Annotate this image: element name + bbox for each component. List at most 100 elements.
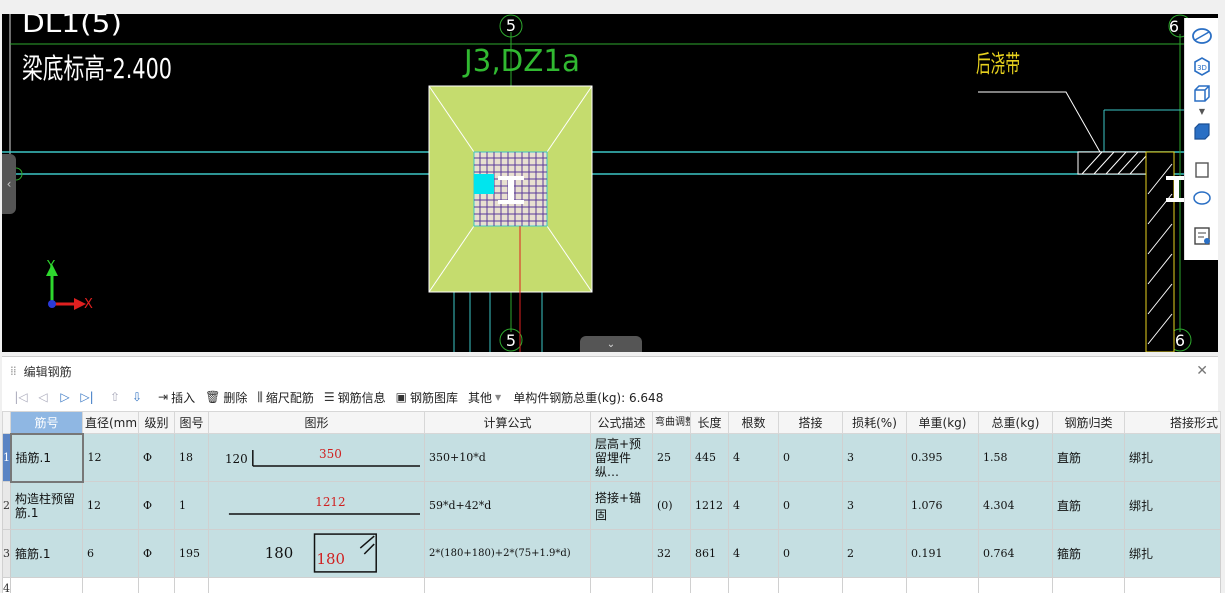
empty-cell[interactable]	[208, 577, 425, 593]
figure-number-cell[interactable]: 18	[174, 433, 209, 482]
table-row-empty[interactable]: 4	[2, 577, 1221, 593]
box-view-icon[interactable]	[1189, 82, 1215, 106]
report-icon[interactable]	[1189, 224, 1215, 248]
3d-view-icon[interactable]: 3D	[1189, 54, 1215, 78]
empty-cell[interactable]	[652, 577, 691, 593]
other-dropdown[interactable]: 其他 ▼	[468, 387, 501, 407]
column-header[interactable]: 公式描述	[590, 411, 653, 434]
empty-cell[interactable]	[1124, 577, 1221, 593]
unit-weight-cell[interactable]: 0.395	[906, 433, 979, 482]
empty-cell[interactable]	[424, 577, 591, 593]
total-weight-cell[interactable]: 0.764	[978, 529, 1053, 578]
lap-cell[interactable]: 0	[778, 433, 843, 482]
grade-cell[interactable]: Φ	[138, 433, 175, 482]
loss-cell[interactable]: 3	[842, 433, 907, 482]
table-row[interactable]: 2 构造柱预留筋.1 12 Φ 1 1212 59*d+42*d 搭接+锚固 (…	[2, 481, 1221, 530]
row-number[interactable]: 4	[2, 577, 11, 593]
empty-cell[interactable]	[138, 577, 175, 593]
shape-cell[interactable]: 1212	[208, 481, 425, 530]
column-header[interactable]: 搭接形式	[1124, 411, 1221, 434]
rebar-info-button[interactable]: ☰ 钢筋信息	[324, 387, 386, 407]
empty-cell[interactable]	[906, 577, 979, 593]
empty-cell[interactable]	[1052, 577, 1125, 593]
drag-grip-icon[interactable]: ⁞⁞	[10, 364, 17, 378]
column-header[interactable]: 根数	[728, 411, 779, 434]
row-number[interactable]: 3	[2, 529, 11, 578]
move-up-icon[interactable]: ⇧	[104, 387, 126, 407]
dropdown-arrow-icon[interactable]: ▼	[1189, 106, 1215, 116]
scale-rebar-button[interactable]: ⫼ 缩尺配筋	[257, 387, 314, 407]
rotate-icon[interactable]	[1189, 186, 1215, 210]
cad-viewport[interactable]: 5 5 6 6 J3,DZ1a DL1(5) 梁底标高-2.400 后浇带 Y …	[2, 14, 1218, 352]
grade-cell[interactable]: Φ	[138, 481, 175, 530]
category-cell[interactable]: 直筋	[1052, 433, 1125, 482]
column-header[interactable]: 筋号	[10, 411, 83, 434]
prev-record-icon[interactable]: ◁	[32, 387, 54, 407]
loss-cell[interactable]: 2	[842, 529, 907, 578]
column-header[interactable]: 图形	[208, 411, 425, 434]
lap-cell[interactable]: 0	[778, 481, 843, 530]
empty-cell[interactable]	[590, 577, 653, 593]
formula-cell[interactable]: 59*d+42*d	[424, 481, 591, 530]
column-header[interactable]: 图号	[174, 411, 209, 434]
next-record-icon[interactable]: ▷	[54, 387, 76, 407]
column-header[interactable]: 总重(kg)	[978, 411, 1053, 434]
wireframe-icon[interactable]	[1189, 120, 1215, 144]
lap-cell[interactable]: 0	[778, 529, 843, 578]
count-cell[interactable]: 4	[728, 433, 779, 482]
empty-cell[interactable]	[690, 577, 729, 593]
lap-type-cell[interactable]: 绑扎	[1124, 481, 1221, 530]
category-cell[interactable]: 直筋	[1052, 481, 1125, 530]
bend-adjust-cell[interactable]: (0)	[652, 481, 691, 530]
column-header[interactable]: 钢筋归类	[1052, 411, 1125, 434]
count-cell[interactable]: 4	[728, 529, 779, 578]
unit-weight-cell[interactable]: 1.076	[906, 481, 979, 530]
unit-weight-cell[interactable]: 0.191	[906, 529, 979, 578]
empty-cell[interactable]	[728, 577, 779, 593]
count-cell[interactable]: 4	[728, 481, 779, 530]
rebar-name-cell[interactable]: 构造柱预留筋.1	[10, 481, 83, 530]
shape-cell[interactable]: 180 180	[208, 529, 425, 578]
rebar-name-cell[interactable]: 插筋.1	[9, 432, 84, 483]
column-header[interactable]: 长度	[690, 411, 729, 434]
table-row[interactable]: 1 插筋.1 12 Φ 18 120 350 350+10*d 层高+预留埋件纵…	[2, 432, 1221, 483]
close-icon[interactable]: ✕	[1196, 363, 1208, 379]
shape-cell[interactable]: 120 350	[208, 433, 425, 482]
lap-type-cell[interactable]: 绑扎	[1124, 529, 1221, 578]
diameter-cell[interactable]: 6	[82, 529, 139, 578]
first-record-icon[interactable]: |◁	[10, 387, 32, 407]
empty-cell[interactable]	[174, 577, 209, 593]
empty-cell[interactable]	[82, 577, 139, 593]
column-header[interactable]: 单重(kg)	[906, 411, 979, 434]
lap-type-cell[interactable]: 绑扎	[1124, 433, 1221, 482]
collapse-panel-tab[interactable]: ⌄	[580, 336, 642, 352]
grade-cell[interactable]: Φ	[138, 529, 175, 578]
empty-cell[interactable]	[978, 577, 1053, 593]
total-weight-cell[interactable]: 1.58	[978, 433, 1053, 482]
column-header[interactable]: 弯曲调整	[652, 411, 691, 434]
figure-number-cell[interactable]: 195	[174, 529, 209, 578]
empty-cell[interactable]	[10, 577, 83, 593]
row-number[interactable]: 1	[2, 433, 11, 482]
move-down-icon[interactable]: ⇩	[126, 387, 148, 407]
length-cell[interactable]: 445	[690, 433, 729, 482]
column-header[interactable]: 搭接	[778, 411, 843, 434]
column-header[interactable]: 损耗(%)	[842, 411, 907, 434]
row-number[interactable]: 2	[2, 481, 11, 530]
column-header[interactable]: 直径(mm)	[82, 411, 139, 434]
column-header[interactable]: 级别	[138, 411, 175, 434]
formula-cell[interactable]: 2*(180+180)+2*(75+1.9*d)	[424, 529, 591, 578]
last-record-icon[interactable]: ▷|	[76, 387, 98, 407]
delete-button[interactable]: 🗑 删除	[205, 387, 247, 407]
empty-cell[interactable]	[778, 577, 843, 593]
diameter-cell[interactable]: 12	[82, 481, 139, 530]
bend-adjust-cell[interactable]: 25	[652, 433, 691, 482]
formula-description-cell[interactable]	[590, 529, 653, 578]
table-row[interactable]: 3 箍筋.1 6 Φ 195 180 180 2*(180+180)+2*(75…	[2, 529, 1221, 578]
layer-icon[interactable]	[1189, 158, 1215, 182]
rebar-library-button[interactable]: ▣ 钢筋图库	[396, 387, 458, 407]
formula-description-cell[interactable]: 层高+预留埋件纵…	[590, 433, 653, 482]
diameter-cell[interactable]: 12	[82, 433, 139, 482]
length-cell[interactable]: 1212	[690, 481, 729, 530]
total-weight-cell[interactable]: 4.304	[978, 481, 1053, 530]
